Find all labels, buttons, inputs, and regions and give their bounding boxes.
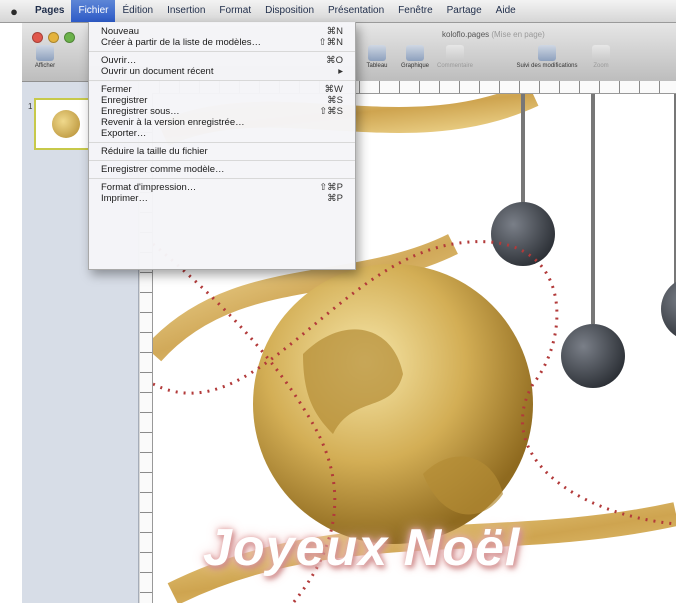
- menu-item[interactable]: Enregistrer comme modèle…: [89, 164, 355, 175]
- menu-fenetre[interactable]: Fenêtre: [391, 0, 439, 22]
- tableau-button[interactable]: Tableau: [358, 45, 396, 69]
- document-title: koloflo.pages (Mise en page): [442, 30, 545, 39]
- ornament-ball: [661, 281, 676, 337]
- menu-separator: [89, 51, 355, 52]
- menu-item-label: Ouvrir…: [101, 55, 137, 66]
- document-mode: (Mise en page): [491, 30, 545, 39]
- menu-item[interactable]: Enregistrer sous… ⇧⌘S: [89, 106, 355, 117]
- suivi-button[interactable]: Suivi des modifications: [512, 45, 582, 69]
- page-number: 1: [28, 102, 33, 111]
- menu-item-shortcut: ⌘W: [324, 84, 343, 95]
- menu-disposition[interactable]: Disposition: [258, 0, 321, 22]
- menu-format[interactable]: Format: [212, 0, 258, 22]
- suivi-label: Suivi des modifications: [516, 63, 578, 69]
- menu-item-shortcut: ⌘N: [326, 26, 343, 37]
- menu-item-label: Enregistrer sous…: [101, 106, 180, 117]
- menu-item-label: Revenir à la version enregistrée…: [101, 117, 245, 128]
- menu-item-label: Réduire la taille du fichier: [101, 146, 208, 157]
- table-icon: [368, 45, 386, 61]
- tableau-label: Tableau: [366, 63, 388, 69]
- menu-item[interactable]: Ouvrir un document récent ▸: [89, 66, 355, 77]
- menu-aide[interactable]: Aide: [489, 0, 523, 22]
- menu-separator: [89, 80, 355, 81]
- view-icon: [36, 45, 54, 61]
- document-filename: koloflo.pages: [442, 30, 490, 39]
- commentaire-label: Commentaire: [436, 63, 473, 69]
- apple-menu-icon[interactable]: ●: [0, 4, 28, 19]
- menu-bar: ● Pages Fichier Édition Insertion Format…: [0, 0, 676, 23]
- zoom-window-button[interactable]: [64, 32, 75, 43]
- menu-edition[interactable]: Édition: [115, 0, 160, 22]
- menu-pages[interactable]: Pages: [28, 0, 71, 22]
- minimize-window-button[interactable]: [48, 32, 59, 43]
- thumbnail-globe: [52, 110, 80, 138]
- menu-fichier[interactable]: Fichier: [71, 0, 116, 22]
- menu-item-shortcut: ⇧⌘N: [318, 37, 343, 48]
- menu-separator: [89, 178, 355, 179]
- menu-item[interactable]: Enregistrer ⌘S: [89, 95, 355, 106]
- page-thumbnail[interactable]: [34, 98, 90, 150]
- commentaire-button[interactable]: Commentaire: [436, 45, 474, 69]
- fichier-menu: Nouveau ⌘N Créer à partir de la liste de m…: [88, 22, 356, 270]
- menu-item-label: Fermer: [101, 84, 132, 95]
- close-window-button[interactable]: [32, 32, 43, 43]
- menu-item-shortcut: ⌘O: [326, 55, 343, 66]
- menu-item-shortcut: ⌘P: [327, 193, 343, 204]
- zoom-button[interactable]: Zoom: [582, 45, 620, 69]
- menu-item[interactable]: Revenir à la version enregistrée…: [89, 117, 355, 128]
- menu-item-shortcut: ⇧⌘P: [319, 182, 343, 193]
- zoom-icon: [592, 45, 610, 61]
- ornament-ball: [491, 202, 555, 266]
- menu-item-label: Imprimer…: [101, 193, 148, 204]
- window-controls: [32, 32, 75, 43]
- graphique-button[interactable]: Graphique: [396, 45, 434, 69]
- afficher-button[interactable]: Afficher: [26, 45, 64, 69]
- menu-insertion[interactable]: Insertion: [160, 0, 212, 22]
- comment-icon: [446, 45, 464, 61]
- menu-item[interactable]: Ouvrir… ⌘O: [89, 55, 355, 66]
- afficher-label: Afficher: [34, 63, 56, 69]
- menu-item[interactable]: Exporter…: [89, 128, 355, 139]
- zoom-label: Zoom: [593, 63, 609, 69]
- ornament-ball: [561, 324, 625, 388]
- menu-item-label: Ouvrir un document récent: [101, 66, 214, 77]
- menu-presentation[interactable]: Présentation: [321, 0, 391, 22]
- menu-item[interactable]: Imprimer… ⌘P: [89, 193, 355, 204]
- menu-item-label: Exporter…: [101, 128, 147, 139]
- chart-icon: [406, 45, 424, 61]
- menu-item-label: Nouveau: [101, 26, 140, 37]
- menu-item[interactable]: Créer à partir de la liste de modèles… ⇧⌘…: [89, 37, 355, 48]
- menu-item-label: Format d'impression…: [101, 182, 197, 193]
- menu-separator: [89, 160, 355, 161]
- menu-item-shortcut: ▸: [338, 66, 343, 77]
- menu-item[interactable]: Nouveau ⌘N: [89, 26, 355, 37]
- menu-item[interactable]: Fermer ⌘W: [89, 84, 355, 95]
- track-changes-icon: [538, 45, 556, 61]
- menu-item-label: Créer à partir de la liste de modèles…: [101, 37, 261, 48]
- menu-partage[interactable]: Partage: [440, 0, 489, 22]
- menu-item[interactable]: Réduire la taille du fichier: [89, 146, 355, 157]
- menu-item[interactable]: Format d'impression… ⇧⌘P: [89, 182, 355, 193]
- menu-item-label: Enregistrer comme modèle…: [101, 164, 225, 175]
- menu-item-shortcut: ⌘S: [327, 95, 343, 106]
- menu-item-label: Enregistrer: [101, 95, 148, 106]
- graphique-label: Graphique: [400, 63, 430, 69]
- menu-item-shortcut: ⇧⌘S: [319, 106, 343, 117]
- menu-separator: [89, 142, 355, 143]
- greeting-text: Joyeux Noël: [203, 519, 521, 577]
